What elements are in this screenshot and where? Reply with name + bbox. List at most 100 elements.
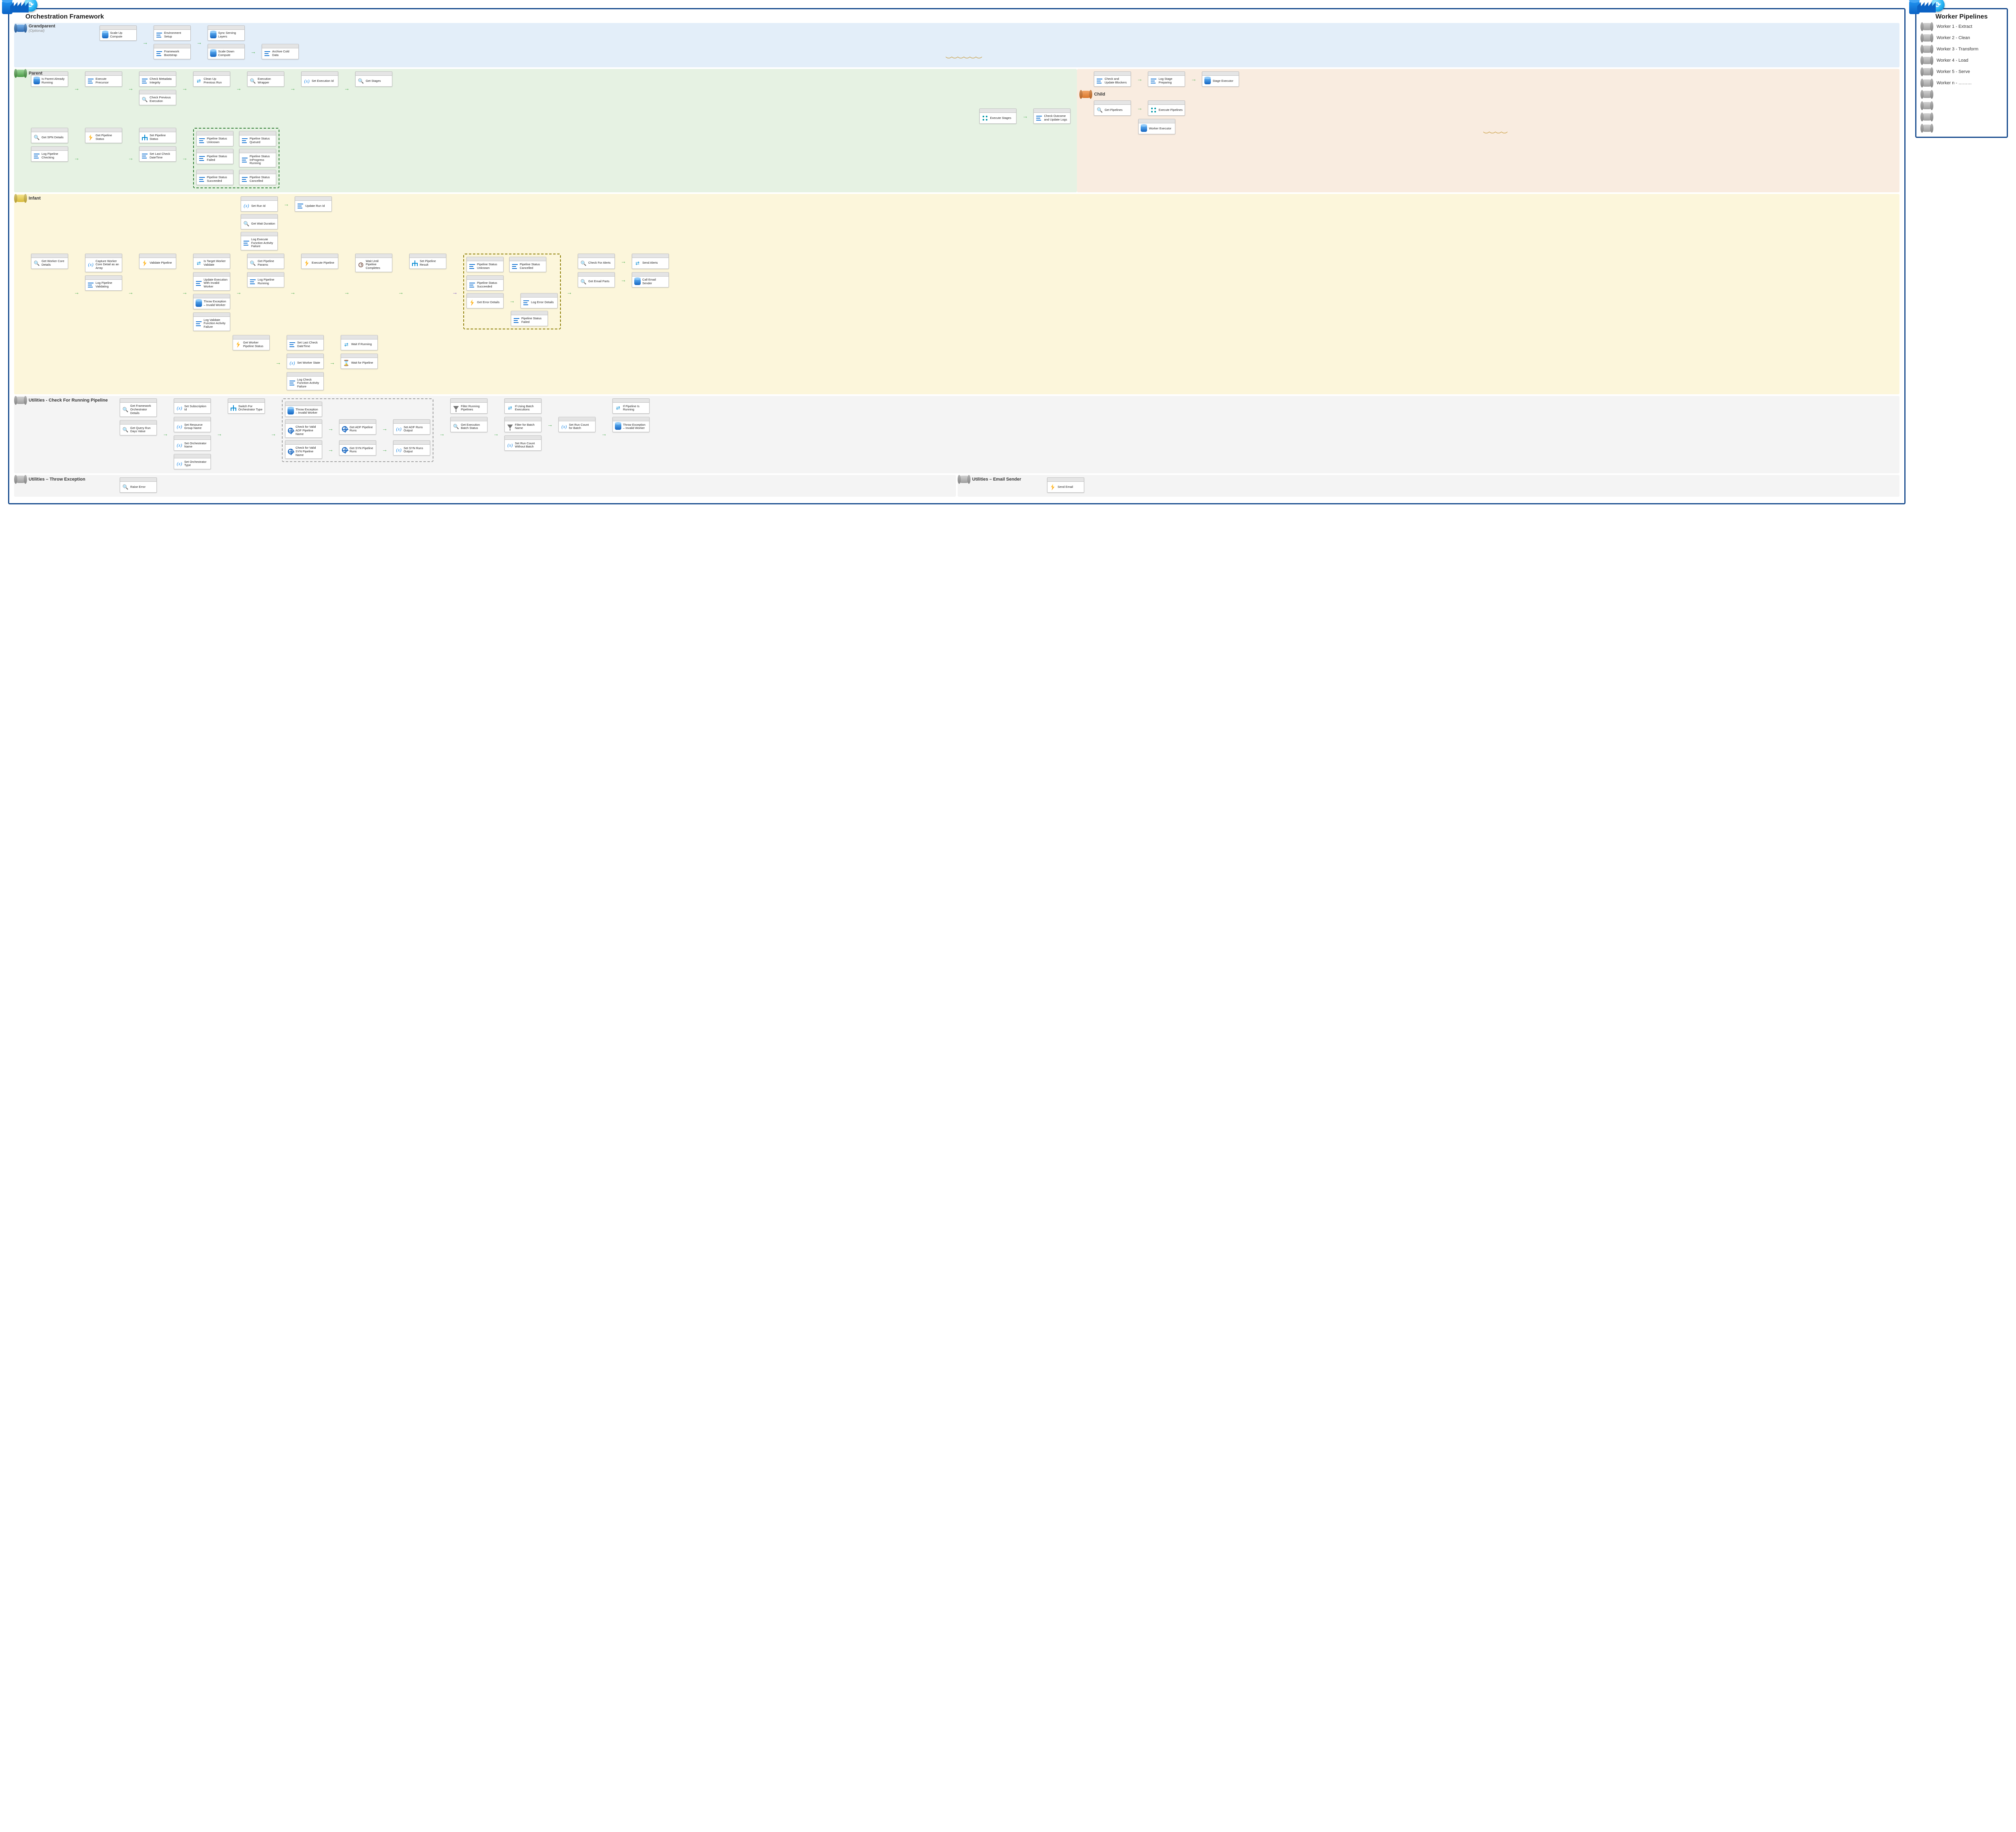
activity-wait-until-complete[interactable]: Wait Until Pipeline Completes — [355, 254, 392, 272]
activity-set-syn-runs-out[interactable]: (x)Set SYN Runs Output — [393, 440, 430, 456]
activity-set-pipe-result[interactable]: Set Pipeline Result — [409, 254, 446, 269]
activity-get-worker-pipe-status[interactable]: Get Worker Pipeline Status — [233, 335, 270, 350]
activity-stage-executor[interactable]: Stage Executor — [1202, 71, 1239, 87]
activity-ps-queued[interactable]: Pipeline Status Queued — [239, 131, 276, 146]
activity-is-target-worker-valid[interactable]: ⇄Is Target Worker Validate — [193, 254, 230, 269]
activity-ps-cancelled[interactable]: Pipeline Status Cancelled — [239, 170, 276, 185]
activity-send-alerts[interactable]: ⇄Send Alerts — [632, 254, 669, 269]
activity-check-outcome[interactable]: Check Outcome and Update Logs — [1033, 108, 1070, 124]
activity-set-run-count-nobatch[interactable]: (x)Set Run Count Without Batch — [504, 435, 541, 451]
activity-log-validate-func-fail[interactable]: Log Validate Function Activity Failure — [193, 312, 230, 331]
activity-worker-executor[interactable]: Worker Executor — [1138, 119, 1175, 134]
activity-framework-bootstrap[interactable]: Framework Bootstrap — [154, 44, 191, 59]
worker-item[interactable]: Worker 5 - Serve — [1921, 68, 2002, 75]
activity-set-rg-name[interactable]: (x)Set Resource Group Name — [174, 417, 211, 432]
activity-check-valid-adf[interactable]: Check for Valid ADF Pipeline Name — [285, 419, 322, 438]
activity-validate-pipeline[interactable]: Validate Pipeline — [139, 254, 176, 269]
activity-scale-down[interactable]: Scale Down Compute — [208, 44, 245, 59]
activity-get-syn-runs[interactable]: Get SYN Pipeline Runs — [339, 440, 376, 456]
activity-execution-wrapper[interactable]: 🔍Execution Wrapper — [247, 71, 284, 87]
activity-execute-pipeline[interactable]: Execute Pipeline — [301, 254, 338, 269]
activity-set-adf-runs-out[interactable]: (x)Set ADF Runs Output — [393, 419, 430, 435]
activity-log-pipe-running[interactable]: Log Pipeline Running — [247, 272, 284, 287]
activity-get-stages[interactable]: 🔍Get Stages — [355, 71, 392, 87]
activity-set-run-id[interactable]: (x)Set Run Id — [241, 196, 278, 212]
activity-ps-succeeded2[interactable]: Pipeline Status Succeeded — [467, 275, 504, 291]
activity-set-worker-state[interactable]: (x)Set Worker State — [287, 354, 324, 369]
activity-get-wait-duration[interactable]: 🔍Get Wait Duration — [241, 214, 278, 229]
lane-util-running: Utilities - Check For Running Pipeline 🔍… — [14, 396, 1899, 473]
activity-archive-cold[interactable]: Archive Cold Data — [262, 44, 299, 59]
worker-item[interactable]: Worker 4 - Load — [1921, 57, 2002, 64]
activity-get-worker-core[interactable]: 🔍Get Worker Core Details — [31, 254, 68, 269]
worker-item[interactable]: Worker n - ……… — [1921, 79, 2002, 87]
worker-item[interactable]: Worker 2 - Clean — [1921, 34, 2002, 42]
activity-get-spn[interactable]: 🔍Get SPN Details — [31, 128, 68, 143]
activity-update-run-id[interactable]: Update Run Id — [295, 196, 332, 212]
activity-switch-orch-type[interactable]: Switch For Orchestrator Type — [228, 398, 265, 414]
activity-log-stage-prep[interactable]: Log Stage Preparing — [1148, 71, 1185, 87]
activity-raise-error[interactable]: 🔍Raise Error — [120, 477, 157, 493]
activity-throw-invalid-worker3[interactable]: Throw Exception – Invalid Worker — [612, 417, 650, 432]
activity-filter-running[interactable]: Filter Running Pipelines — [450, 398, 487, 414]
activity-set-orch-name[interactable]: (x)Set Orchestrator Name — [174, 435, 211, 451]
activity-get-error-details[interactable]: Get Error Details — [467, 293, 504, 308]
activity-get-pipelines[interactable]: 🔍Get Pipelines — [1094, 100, 1131, 116]
activity-log-exec-func-fail[interactable]: Log Execute Function Activity Failure — [241, 232, 278, 250]
activity-ps-inprog[interactable]: Pipeline Status InProgress Running — [239, 149, 276, 167]
activity-sync-serving[interactable]: Sync Serving Layers — [208, 25, 245, 41]
activity-get-pipe-params[interactable]: 🔍Get Pipeline Params — [247, 254, 284, 269]
lane-title: Utilities – Email Sender — [972, 477, 1021, 482]
activity-set-subscription-id[interactable]: (x)Set Subscription Id — [174, 398, 211, 414]
activity-ps-cancelled2[interactable]: Pipeline Status Cancelled — [509, 257, 546, 272]
activity-get-query-days[interactable]: 🔍Get Query Run Days Value — [120, 420, 157, 435]
activity-update-exec-invalid[interactable]: Update Execution With Invalid Worker — [193, 272, 230, 291]
activity-check-valid-syn[interactable]: Check for Valid SYN Pipeline Name — [285, 440, 322, 459]
worker-item[interactable]: Worker 1 - Extract — [1921, 23, 2002, 30]
activity-execute-precursor[interactable]: Execute Precursor — [85, 71, 122, 87]
activity-if-using-batch[interactable]: ⇄If Using Batch Executions — [504, 398, 541, 414]
lane-title: Utilities – Throw Exception — [29, 477, 85, 482]
activity-get-exec-batch-status[interactable]: 🔍Get Execution Batch Status — [450, 417, 487, 432]
activity-cleanup-prev-run[interactable]: ⇄Clean Up Previous Run — [193, 71, 230, 87]
activity-log-check-func-fail[interactable]: Log Check Function Activity Failure — [287, 372, 324, 391]
activity-filter-batch-name[interactable]: Filter for Batch Name — [504, 417, 541, 432]
activity-set-pipe-status[interactable]: Set Pipeline Status — [139, 128, 176, 143]
activity-throw-invalid-worker[interactable]: Throw Exception – Invalid Worker — [193, 294, 230, 309]
activity-get-adf-runs[interactable]: Get ADF Pipeline Runs — [339, 419, 376, 435]
activity-set-last-check[interactable]: Set Last Check DateTime — [139, 146, 176, 162]
activity-execute-stages[interactable]: Execute Stages — [979, 108, 1016, 124]
activity-capture-worker-array[interactable]: (x)Capture Worker Core Detail as an Arra… — [85, 254, 122, 272]
activity-set-last-check-dt2[interactable]: Set Last Check DateTime — [287, 335, 324, 350]
activity-wait-if-running[interactable]: ⇄Wait If Running — [341, 335, 378, 350]
activity-check-for-alerts[interactable]: 🔍Check For Alerts — [578, 254, 615, 269]
activity-get-pipe-status[interactable]: Get Pipeline Status — [85, 128, 122, 143]
activity-scale-up[interactable]: Scale Up Compute — [100, 25, 137, 41]
activity-log-pipe-checking[interactable]: Log Pipeline Checking — [31, 146, 68, 162]
activity-get-framework-orch[interactable]: 🔍Get Framework Orchestrator Details — [120, 398, 157, 417]
activity-env-setup[interactable]: Environment Setup — [154, 25, 191, 41]
activity-check-blockers[interactable]: Check and Update Blockers — [1094, 71, 1131, 87]
lane-title: Infant — [29, 196, 41, 201]
activity-set-orch-type[interactable]: (x)Set Orchestrator Type — [174, 454, 211, 469]
activity-execute-pipelines[interactable]: Execute Pipelines — [1148, 100, 1185, 116]
activity-ps-succeeded[interactable]: Pipeline Status Succeeded — [196, 170, 233, 185]
worker-item[interactable]: Worker 3 - Transform — [1921, 46, 2002, 53]
activity-ps-failed2[interactable]: Pipeline Status Failed — [511, 311, 548, 326]
pipe-icon — [1921, 102, 1933, 109]
activity-set-exec-id[interactable]: (x)Set Execution Id — [301, 71, 338, 87]
activity-if-pipeline-running[interactable]: ⇄If Pipeline Is Running — [612, 398, 650, 414]
activity-wait-for-pipeline[interactable]: ⌛Wait for Pipeline — [341, 354, 378, 369]
activity-set-run-count-batch[interactable]: (x)Set Run Count for Batch — [558, 417, 596, 432]
activity-send-email[interactable]: Send Email — [1047, 477, 1084, 493]
activity-ps-unknown[interactable]: Pipeline Status Unknown — [196, 131, 233, 146]
activity-ps-unknown2[interactable]: Pipeline Status Unknown — [467, 257, 504, 272]
activity-get-email-parts[interactable]: 🔍Get Email Parts — [578, 272, 615, 287]
activity-check-prev-exec[interactable]: 🔍Check Previous Execution — [139, 90, 176, 105]
activity-log-pipe-validating[interactable]: Log Pipeline Validating — [85, 275, 122, 291]
activity-ps-failed[interactable]: Pipeline Status Failed — [196, 149, 233, 164]
activity-throw-invalid-worker2[interactable]: Throw Exception – Invalid Worker — [285, 402, 322, 417]
activity-check-metadata[interactable]: Check Metadata Integrity — [139, 71, 176, 87]
activity-call-email-sender[interactable]: Call Email Sender — [632, 272, 669, 287]
activity-log-error-details[interactable]: Log Error Details — [521, 293, 558, 308]
